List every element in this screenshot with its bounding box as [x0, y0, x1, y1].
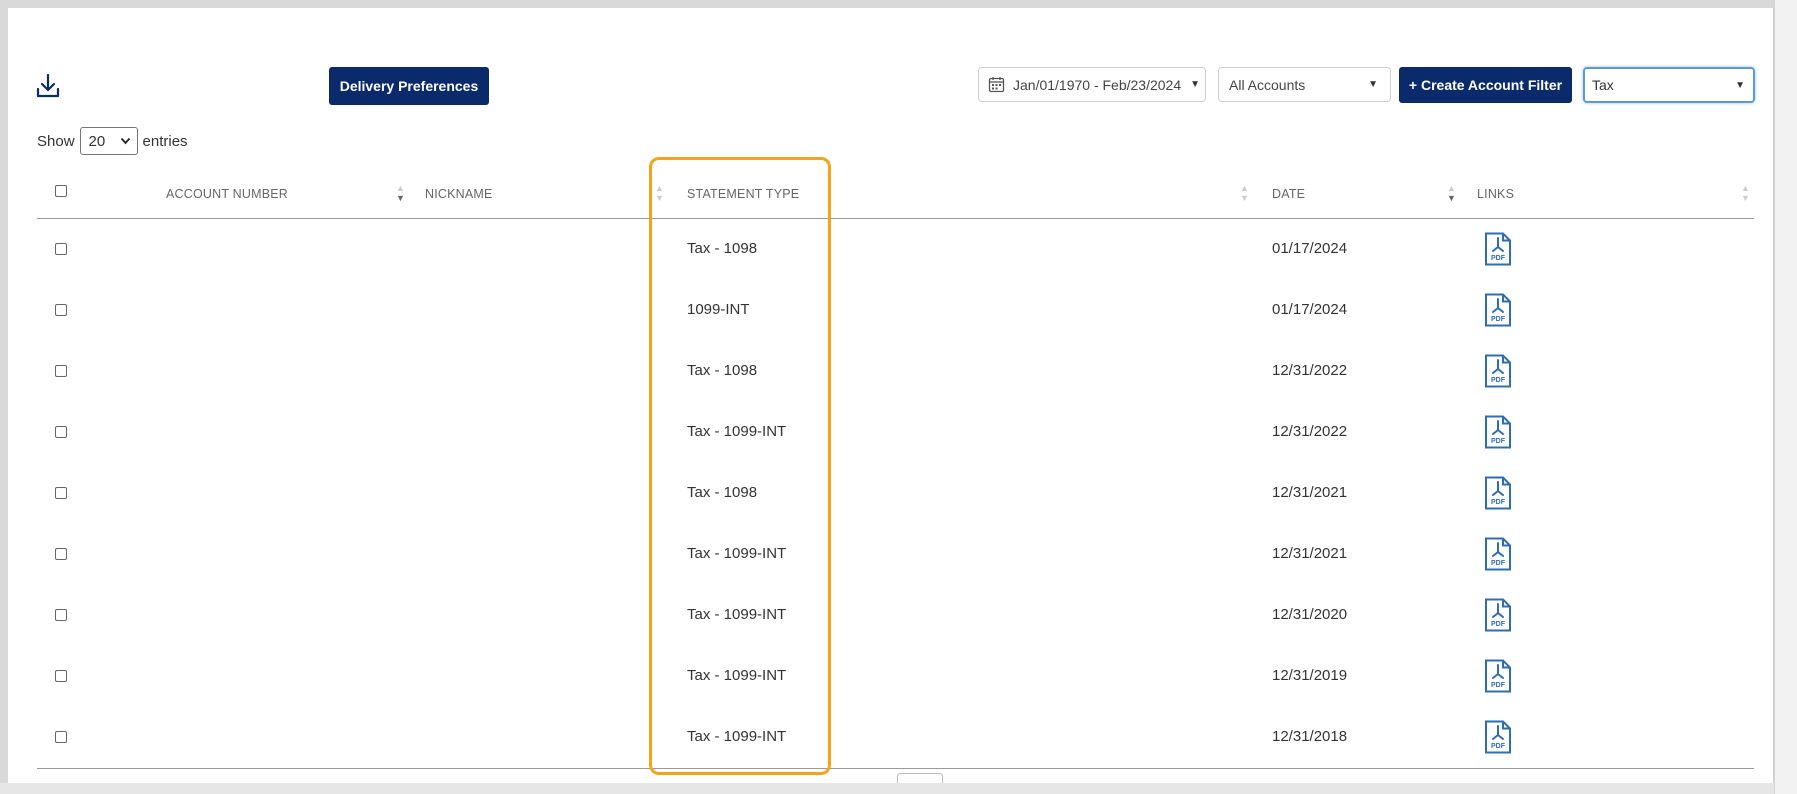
row-checkbox[interactable]	[55, 731, 67, 743]
statements-panel: Delivery Preferences Jan/01/1970 - Feb/2…	[8, 8, 1774, 783]
select-all-checkbox[interactable]	[55, 185, 67, 197]
row-checkbox[interactable]	[55, 609, 67, 621]
date-cell: 12/31/2021	[1272, 484, 1348, 501]
window-bottom-edge	[0, 783, 1797, 794]
pdf-icon[interactable]: PDF	[1484, 537, 1512, 571]
table-row: 1099-INT 01/17/2024 PDF	[37, 280, 1754, 341]
table-row: Tax - 1099-INT 12/31/2021 PDF	[37, 524, 1754, 585]
header-nickname[interactable]: NICKNAME	[425, 187, 493, 201]
svg-text:PDF: PDF	[1491, 377, 1506, 384]
svg-text:PDF: PDF	[1491, 255, 1506, 262]
svg-text:PDF: PDF	[1491, 560, 1506, 567]
entries-length-control: Show 20 entries	[37, 127, 188, 155]
table-row: Tax - 1099-INT 12/31/2019 PDF	[37, 646, 1754, 707]
svg-text:PDF: PDF	[1491, 438, 1506, 445]
row-checkbox[interactable]	[55, 365, 67, 377]
statement-type-cell: Tax - 1099-INT	[687, 667, 787, 684]
header-account-number[interactable]: ACCOUNT NUMBER	[166, 187, 288, 201]
download-icon[interactable]	[35, 72, 61, 100]
entries-label: entries	[142, 132, 188, 150]
table-header: ACCOUNT NUMBER ▲ ▼ NICKNAME ▲ ▼ STATEMENT …	[37, 169, 1754, 219]
create-account-filter-button[interactable]: + Create Account Filter	[1399, 67, 1572, 103]
chevron-down-icon: ▼	[1190, 79, 1201, 90]
date-cell: 12/31/2021	[1272, 545, 1348, 562]
accounts-filter-value: All Accounts	[1229, 76, 1306, 93]
date-cell: 12/31/2019	[1272, 667, 1348, 684]
row-checkbox[interactable]	[55, 487, 67, 499]
sort-icon[interactable]: ▲ ▼	[655, 183, 665, 205]
pdf-icon[interactable]: PDF	[1484, 476, 1512, 510]
row-checkbox[interactable]	[55, 243, 67, 255]
chevron-down-icon	[120, 137, 130, 145]
svg-text:PDF: PDF	[1491, 621, 1506, 628]
row-checkbox[interactable]	[55, 670, 67, 682]
table-row: Tax - 1098 01/17/2024 PDF	[37, 219, 1754, 280]
table-bottom-border	[37, 768, 1754, 769]
pdf-icon[interactable]: PDF	[1484, 415, 1512, 449]
sort-icon[interactable]: ▲ ▼	[1741, 183, 1751, 205]
table-row: Tax - 1099-INT 12/31/2022 PDF	[37, 402, 1754, 463]
date-cell: 01/17/2024	[1272, 240, 1348, 257]
date-cell: 01/17/2024	[1272, 301, 1348, 318]
date-range-picker[interactable]: Jan/01/1970 - Feb/23/2024 ▼	[978, 67, 1206, 102]
svg-text:PDF: PDF	[1491, 499, 1506, 506]
calendar-icon	[988, 77, 1005, 93]
statement-type-cell: 1099-INT	[687, 301, 750, 318]
date-range-value: Jan/01/1970 - Feb/23/2024	[1013, 76, 1182, 93]
header-statement-type[interactable]: STATEMENT TYPE	[687, 187, 799, 201]
window-right-edge	[1774, 0, 1797, 794]
pdf-icon[interactable]: PDF	[1484, 598, 1512, 632]
chevron-down-icon: ▼	[1368, 79, 1378, 90]
statement-type-cell: Tax - 1099-INT	[687, 423, 787, 440]
date-cell: 12/31/2022	[1272, 362, 1348, 379]
statement-type-cell: Tax - 1098	[687, 362, 758, 379]
svg-text:PDF: PDF	[1491, 743, 1506, 750]
statement-type-filter-value: Tax	[1592, 77, 1614, 93]
table-row: Tax - 1099-INT 12/31/2020 PDF	[37, 585, 1754, 646]
row-checkbox[interactable]	[55, 304, 67, 316]
sort-icon[interactable]: ▲ ▼	[1240, 183, 1250, 205]
chevron-down-icon: ▼	[1735, 79, 1745, 91]
entries-count-value: 20	[88, 132, 106, 150]
pagination-button[interactable]	[897, 773, 943, 783]
row-checkbox[interactable]	[55, 548, 67, 560]
statement-type-cell: Tax - 1099-INT	[687, 728, 787, 745]
pdf-icon[interactable]: PDF	[1484, 659, 1512, 693]
date-cell: 12/31/2022	[1272, 423, 1348, 440]
accounts-filter-select[interactable]: All Accounts ▼	[1218, 67, 1391, 102]
date-cell: 12/31/2020	[1272, 606, 1348, 623]
table-row: Tax - 1098 12/31/2022 PDF	[37, 341, 1754, 402]
pdf-icon[interactable]: PDF	[1484, 293, 1512, 327]
pdf-icon[interactable]: PDF	[1484, 232, 1512, 266]
svg-text:PDF: PDF	[1491, 682, 1506, 689]
date-cell: 12/31/2018	[1272, 728, 1348, 745]
table-row: Tax - 1099-INT 12/31/2018 PDF	[37, 707, 1754, 768]
statement-type-cell: Tax - 1098	[687, 240, 758, 257]
header-date[interactable]: DATE	[1272, 187, 1305, 201]
statement-type-cell: Tax - 1099-INT	[687, 606, 787, 623]
statement-type-cell: Tax - 1099-INT	[687, 545, 787, 562]
statement-type-cell: Tax - 1098	[687, 484, 758, 501]
entries-count-select[interactable]: 20	[79, 127, 138, 155]
sort-icon[interactable]: ▲ ▼	[396, 183, 406, 205]
pdf-icon[interactable]: PDF	[1484, 720, 1512, 754]
show-label: Show	[37, 132, 75, 150]
statement-type-filter-select[interactable]: Tax ▼	[1583, 67, 1755, 103]
row-checkbox[interactable]	[55, 426, 67, 438]
table-row: Tax - 1098 12/31/2021 PDF	[37, 463, 1754, 524]
sort-icon[interactable]: ▲ ▼	[1447, 183, 1457, 205]
header-links: LINKS	[1477, 187, 1515, 201]
svg-text:PDF: PDF	[1491, 316, 1506, 323]
delivery-preferences-button[interactable]: Delivery Preferences	[329, 67, 489, 105]
pdf-icon[interactable]: PDF	[1484, 354, 1512, 388]
